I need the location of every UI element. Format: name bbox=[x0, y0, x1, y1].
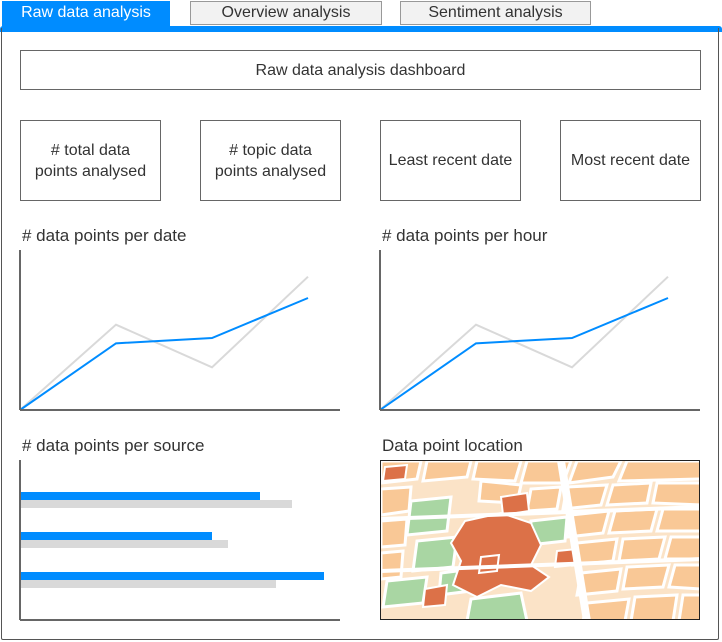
kpi-topic-data-points: # topic data points analysed bbox=[200, 120, 341, 201]
bar-secondary-1 bbox=[20, 540, 228, 548]
kpi-total-data-points: # total data points analysed bbox=[20, 120, 161, 201]
bar-primary-2 bbox=[20, 572, 324, 580]
bar-primary-0 bbox=[20, 492, 260, 500]
tab-raw-data-analysis[interactable]: Raw data analysis bbox=[2, 1, 170, 28]
series-line-0 bbox=[19, 297, 309, 411]
city-map-image bbox=[381, 461, 699, 619]
series-line-1 bbox=[19, 275, 309, 411]
chart-title-per-date: # data points per date bbox=[22, 226, 187, 245]
line-chart-per-date bbox=[19, 250, 340, 411]
tab-overview-analysis[interactable]: Overview analysis bbox=[190, 1, 382, 25]
bar-chart-per-source bbox=[19, 460, 340, 621]
bar-secondary-0 bbox=[20, 500, 292, 508]
line-chart-per-hour bbox=[379, 250, 700, 411]
chart-title-per-hour: # data points per hour bbox=[382, 226, 548, 245]
tab-sentiment-analysis[interactable]: Sentiment analysis bbox=[400, 1, 591, 25]
bar-primary-1 bbox=[20, 532, 212, 540]
data-point-location-map bbox=[380, 460, 700, 620]
series-line-0 bbox=[379, 297, 669, 411]
page-title: Raw data analysis dashboard bbox=[20, 50, 701, 90]
bar-secondary-2 bbox=[20, 580, 276, 588]
chart-title-per-source: # data points per source bbox=[22, 436, 205, 455]
series-line-1 bbox=[379, 275, 669, 411]
kpi-most-recent-date: Most recent date bbox=[560, 120, 701, 201]
kpi-least-recent-date: Least recent date bbox=[380, 120, 521, 201]
map-title: Data point location bbox=[382, 436, 523, 455]
